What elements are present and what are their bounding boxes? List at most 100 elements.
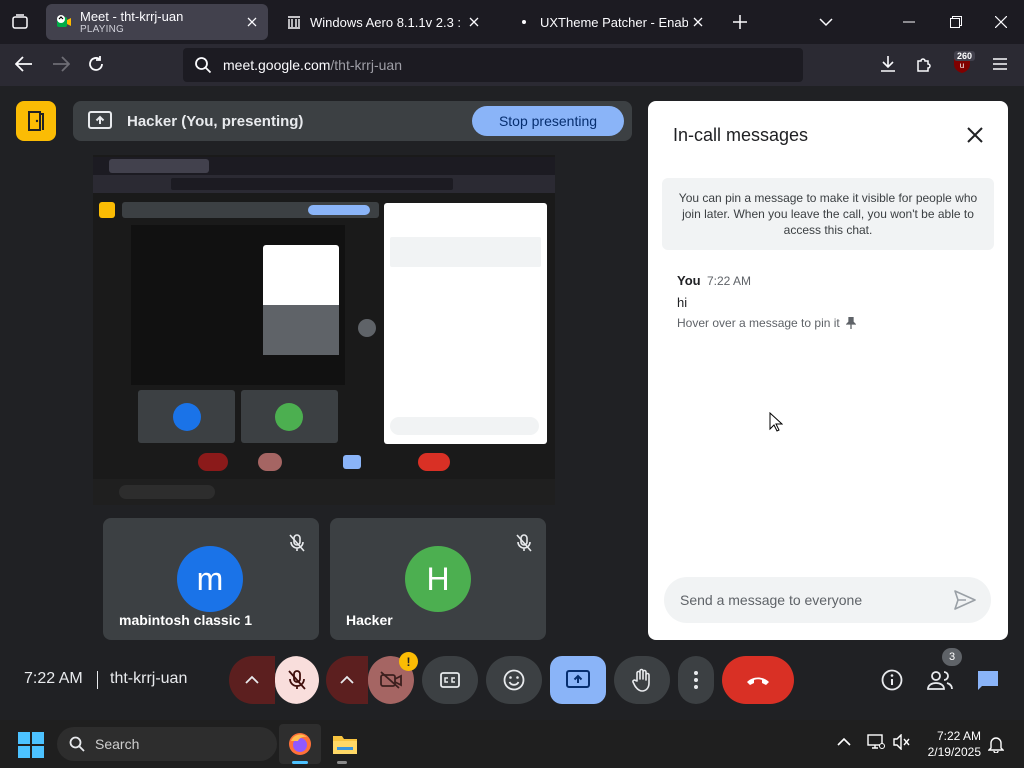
divider [97, 671, 98, 689]
mic-control-group [229, 656, 319, 704]
arrow-left-icon [15, 56, 32, 72]
arrow-right-icon [53, 56, 70, 72]
tab-title: Meet - tht-krrj-uan [80, 9, 184, 24]
pin-info-text: You can pin a message to make it visible… [662, 178, 994, 250]
pin-hint-text: Hover over a message to pin it [677, 316, 840, 330]
close-icon [967, 127, 983, 143]
close-tab-button[interactable] [688, 12, 708, 32]
forward-button[interactable] [47, 51, 75, 77]
people-button[interactable] [924, 656, 956, 704]
presenting-banner: Hacker (You, presenting) Stop presenting [73, 101, 632, 141]
participant-tile[interactable]: m mabintosh classic 1 [103, 518, 319, 640]
chevron-down-icon [819, 18, 833, 27]
reactions-button[interactable] [486, 656, 542, 704]
close-tab-button[interactable] [464, 12, 484, 32]
info-icon [881, 669, 903, 691]
tab-list-button[interactable] [6, 8, 34, 36]
tab-list-icon [12, 14, 28, 29]
audio-options-button[interactable] [229, 656, 275, 704]
hand-icon [632, 668, 650, 692]
meeting-details-button[interactable] [876, 656, 908, 704]
notifications-button[interactable] [988, 735, 1004, 753]
captions-button[interactable] [422, 656, 478, 704]
url-domain: meet.google.com [223, 57, 331, 73]
downloads-button[interactable] [874, 51, 902, 77]
reload-icon [89, 56, 103, 71]
start-button[interactable] [18, 732, 44, 758]
list-all-tabs-button[interactable] [811, 8, 841, 36]
folder-icon [333, 736, 357, 754]
avatar: H [405, 546, 471, 612]
active-app-indicator [292, 761, 308, 764]
send-button[interactable] [945, 590, 985, 610]
extensions-button[interactable] [910, 51, 938, 77]
taskbar-file-explorer[interactable] [324, 724, 366, 764]
more-vertical-icon [694, 671, 698, 689]
people-icon [927, 671, 953, 690]
windows-logo-icon [18, 732, 44, 758]
present-now-button[interactable] [550, 656, 606, 704]
send-icon [954, 590, 976, 610]
chat-button[interactable] [972, 656, 1004, 704]
message-text[interactable]: hi [677, 295, 687, 310]
taskbar-clock[interactable]: 7:22 AM 2/19/2025 [921, 728, 981, 760]
minimize-icon [903, 21, 915, 23]
plus-icon [733, 15, 747, 29]
chevron-up-icon [837, 737, 851, 746]
avatar: m [177, 546, 243, 612]
hang-up-icon [747, 677, 769, 685]
tab-windows-aero[interactable]: Windows Aero 8.1.1v 2.3 : Simpl [276, 4, 490, 40]
tab-uxtheme-patcher[interactable]: UXTheme Patcher - Enable Win [506, 4, 714, 40]
close-icon [693, 17, 703, 27]
video-options-button[interactable] [326, 656, 368, 704]
close-icon [469, 17, 479, 27]
download-icon [881, 56, 895, 72]
meeting-clock: 7:22 AM [24, 670, 83, 687]
address-bar[interactable]: meet.google.com/tht-krrj-uan [183, 48, 803, 82]
close-tab-button[interactable] [242, 12, 262, 32]
stop-presenting-button[interactable]: Stop presenting [472, 106, 624, 136]
message-compose [664, 577, 991, 623]
new-tab-button[interactable] [725, 8, 755, 36]
meeting-details-button[interactable] [16, 101, 56, 141]
archive-favicon-icon [286, 14, 302, 30]
mic-off-icon [516, 534, 532, 552]
tab-playing-status: PLAYING [80, 24, 125, 35]
close-panel-button[interactable] [963, 123, 987, 147]
chevron-up-icon [340, 675, 354, 684]
presenting-label: Hacker (You, presenting) [127, 112, 304, 130]
screen-share-image [93, 155, 555, 505]
message-time: 7:22 AM [707, 274, 752, 288]
meeting-code: tht-krrj-uan [110, 670, 188, 687]
participant-tile[interactable]: H Hacker [330, 518, 546, 640]
url-text: meet.google.com/tht-krrj-uan [223, 57, 402, 73]
restore-button[interactable] [941, 8, 971, 36]
pin-hint: Hover over a message to pin it [677, 316, 856, 330]
bell-icon [988, 737, 1004, 753]
extension-badge: 260 [954, 51, 976, 61]
more-options-button[interactable] [678, 656, 714, 704]
mic-off-icon [288, 670, 306, 690]
volume-button[interactable] [893, 734, 911, 750]
mouse-cursor-icon [769, 412, 783, 432]
participant-name: Hacker [346, 612, 393, 628]
reload-button[interactable] [82, 51, 110, 77]
taskbar-firefox[interactable] [279, 724, 321, 764]
present-screen-icon [73, 111, 127, 131]
close-window-button[interactable] [986, 8, 1016, 36]
tab-meet[interactable]: Meet - tht-krrj-uan PLAYING [46, 4, 268, 40]
raise-hand-button[interactable] [614, 656, 670, 704]
closed-captions-icon [440, 672, 460, 688]
show-hidden-icons-button[interactable] [836, 734, 852, 750]
network-icon [867, 734, 885, 749]
app-menu-button[interactable] [986, 51, 1014, 77]
volume-muted-icon [893, 734, 910, 750]
present-screen-icon [566, 670, 590, 688]
taskbar-search[interactable]: Search [57, 727, 277, 761]
network-button[interactable] [867, 734, 885, 750]
leave-call-button[interactable] [722, 656, 794, 704]
emoji-icon [503, 669, 525, 691]
message-input[interactable] [664, 592, 945, 608]
back-button[interactable] [10, 51, 38, 77]
minimize-button[interactable] [894, 8, 924, 36]
